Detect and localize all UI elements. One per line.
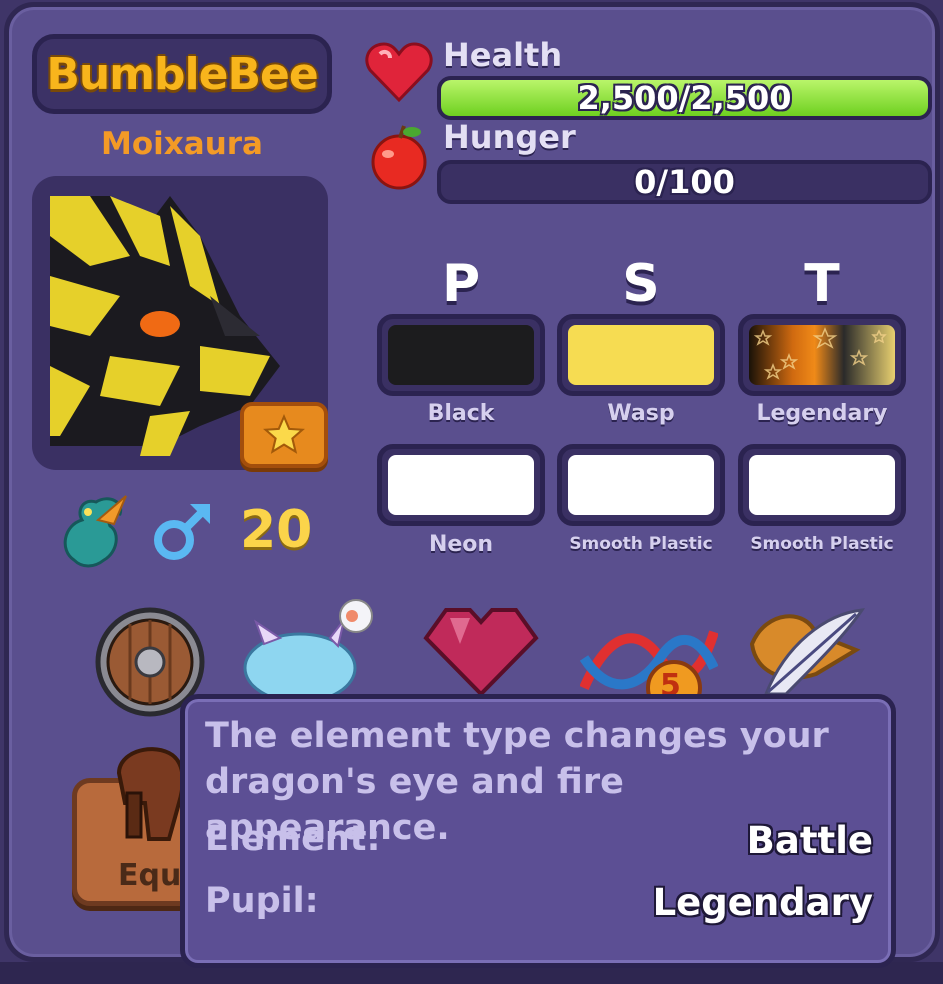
tooltip-element-value: Battle bbox=[746, 819, 873, 862]
pet-attributes-row: 20 bbox=[54, 490, 344, 576]
male-symbol-icon bbox=[154, 504, 210, 560]
hunger-label: Hunger bbox=[443, 118, 576, 156]
secondary-color-header: S bbox=[622, 254, 660, 314]
tooltip-element-row: Element: Battle bbox=[205, 819, 873, 869]
hunger-value: 0/100 bbox=[634, 163, 735, 201]
saddle-icon bbox=[116, 747, 185, 841]
tertiary-material-fill bbox=[749, 455, 895, 515]
primary-material-label: Neon bbox=[428, 532, 494, 557]
health-bar: 2,500/2,500 bbox=[437, 76, 932, 120]
heart-gem-icon[interactable] bbox=[420, 604, 542, 696]
secondary-color-swatch[interactable] bbox=[557, 314, 725, 396]
secondary-color-label: Wasp bbox=[607, 401, 675, 426]
pet-name-badge: BumbleBee bbox=[32, 34, 332, 114]
pet-species: Moixaura bbox=[101, 126, 263, 162]
pet-name: BumbleBee bbox=[46, 48, 318, 100]
primary-color-fill bbox=[388, 325, 534, 385]
tertiary-material-swatch[interactable] bbox=[738, 444, 906, 526]
secondary-material-fill bbox=[568, 455, 714, 515]
primary-color-label: Black bbox=[427, 401, 495, 426]
favorite-star-button[interactable] bbox=[240, 402, 328, 468]
secondary-material-label: Smooth Plastic bbox=[569, 534, 713, 554]
hunger-apple-icon bbox=[371, 125, 427, 190]
legendary-pattern-fill bbox=[749, 325, 895, 385]
secondary-color-fill bbox=[568, 325, 714, 385]
primary-material-fill bbox=[388, 455, 534, 515]
dna-icon[interactable] bbox=[580, 618, 718, 698]
dragon-species-icon bbox=[63, 495, 127, 568]
health-heart-icon bbox=[365, 42, 433, 103]
health-value: 2,500/2,500 bbox=[577, 79, 792, 117]
feather-hat-icon[interactable] bbox=[746, 604, 866, 696]
primary-material-swatch[interactable] bbox=[377, 444, 545, 526]
element-tooltip: The element type changes your dragon's e… bbox=[180, 694, 896, 968]
tooltip-pupil-row: Pupil: Legendary bbox=[205, 881, 873, 931]
hunger-bar: 0/100 bbox=[437, 160, 932, 204]
primary-color-header: P bbox=[441, 254, 481, 314]
star-pattern-icon bbox=[753, 327, 887, 380]
tooltip-pupil-label: Pupil: bbox=[205, 881, 319, 921]
tertiary-material-label: Smooth Plastic bbox=[750, 534, 894, 554]
tertiary-color-header: T bbox=[804, 254, 840, 314]
tertiary-color-swatch[interactable] bbox=[738, 314, 906, 396]
star-icon bbox=[263, 414, 305, 454]
primary-color-swatch[interactable] bbox=[377, 314, 545, 396]
secondary-material-swatch[interactable] bbox=[557, 444, 725, 526]
pet-level: 20 bbox=[240, 500, 313, 560]
pet-food-icon[interactable] bbox=[240, 598, 380, 698]
tooltip-pupil-value: Legendary bbox=[652, 881, 873, 924]
tertiary-color-label: Legendary bbox=[756, 401, 888, 426]
health-label: Health bbox=[443, 36, 563, 74]
tooltip-element-label: Element: bbox=[205, 819, 381, 859]
equip-button-label: Equ bbox=[118, 858, 182, 893]
